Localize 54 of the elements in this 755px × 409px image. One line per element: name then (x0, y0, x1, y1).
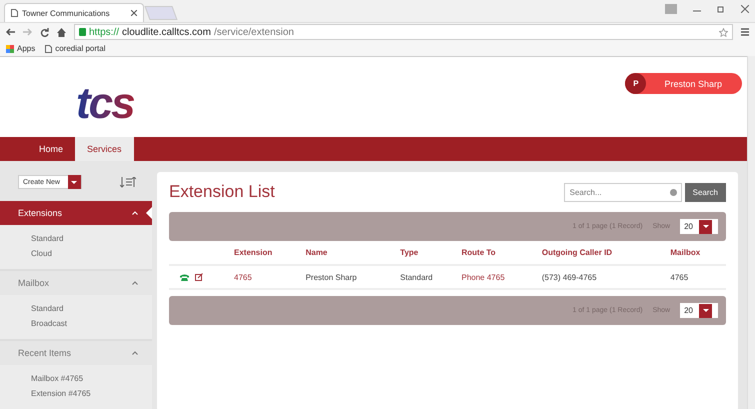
chevron-icon (132, 281, 138, 285)
address-bar[interactable]: https:// cloudlite.calltcs.com /service/extension (74, 24, 733, 40)
table-cell: Preston Sharp (304, 265, 400, 289)
caret-icon (68, 175, 81, 189)
page-size-select[interactable]: 20 (680, 219, 718, 234)
nav-tab[interactable]: Services (75, 137, 134, 161)
restore-icon[interactable] (717, 5, 725, 13)
nav-tab[interactable]: Home (27, 137, 76, 161)
sidebar-item[interactable]: Mailbox #4765 (0, 371, 152, 386)
chevron-icon (132, 211, 138, 215)
column-header[interactable]: Outgoing Caller ID (540, 241, 670, 265)
back-icon[interactable] (6, 28, 15, 36)
close-icon[interactable] (131, 10, 137, 16)
search-button[interactable]: Search (684, 182, 726, 202)
sidebar-section[interactable]: Extensions (0, 201, 152, 225)
page-title: Extension List (169, 182, 275, 202)
sidebar-item[interactable]: Standard (0, 231, 152, 246)
sidebar-item[interactable]: Standard (0, 301, 152, 316)
browser-tab[interactable]: Towner Communications (4, 3, 144, 22)
edit-icon[interactable] (195, 273, 203, 281)
avatar: P (625, 73, 646, 94)
page-icon (11, 9, 18, 17)
apps-icon (6, 44, 14, 52)
column-header[interactable]: Extension (233, 241, 305, 265)
phone-icon[interactable] (180, 274, 189, 280)
sidebar-item[interactable]: Broadcast (0, 316, 152, 331)
home-icon[interactable] (57, 28, 66, 36)
column-header[interactable]: Name (304, 241, 400, 265)
reload-icon[interactable] (40, 28, 49, 36)
sidebar-item[interactable]: Extension #4765 (0, 386, 152, 401)
column-header[interactable]: Route To (460, 241, 541, 265)
column-header[interactable]: Mailbox (669, 241, 726, 265)
star-icon[interactable] (719, 28, 728, 36)
table-cell[interactable]: Phone 4765 (460, 265, 541, 289)
sort-icon[interactable] (120, 176, 136, 188)
caret-icon (699, 304, 712, 318)
page-size-select[interactable]: 20 (680, 303, 718, 318)
page-icon (45, 44, 52, 52)
close-icon[interactable] (741, 5, 749, 13)
bookmark[interactable]: coredial portal (45, 44, 106, 53)
scrollbar[interactable] (747, 56, 755, 409)
bookmark[interactable]: Apps (6, 44, 36, 53)
search-field[interactable]: Search... (564, 182, 682, 202)
chevron-icon (132, 351, 138, 355)
user-menu[interactable]: P Preston Sharp (625, 73, 742, 94)
table-cell: 4765 (669, 265, 726, 289)
caret-icon (699, 220, 712, 234)
table-cell: (573) 469-4765 (540, 265, 670, 289)
sidebar-item[interactable]: Cloud (0, 246, 152, 261)
column-header[interactable]: Type (399, 241, 460, 265)
table-cell[interactable]: 4765 (233, 265, 305, 289)
menu-icon[interactable] (741, 28, 749, 36)
table-cell: Standard (399, 265, 460, 289)
lock-icon (79, 28, 86, 36)
